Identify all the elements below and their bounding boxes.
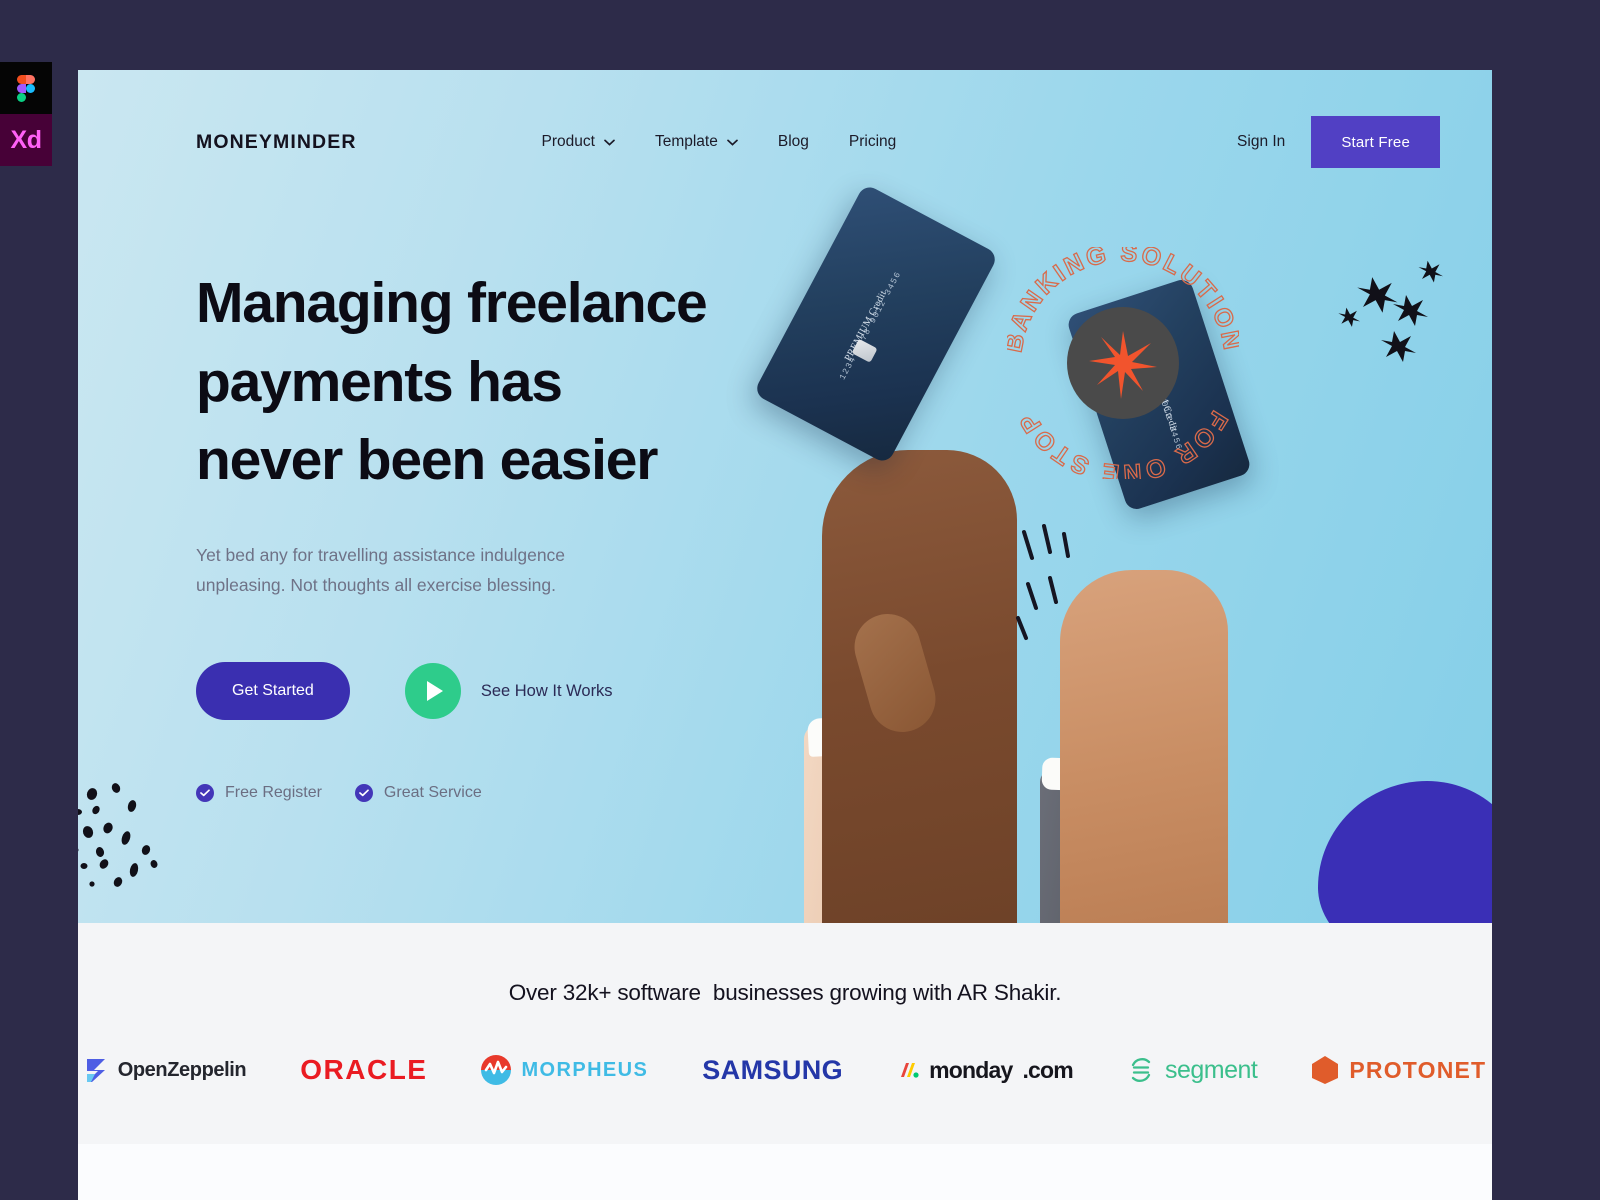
nav-item-product[interactable]: Product bbox=[542, 133, 615, 151]
logo-samsung: SAMSUNG bbox=[702, 1055, 843, 1086]
browser-page: MONEYMINDER Product Template Blog Pricin… bbox=[78, 70, 1492, 1200]
main-navigation: MONEYMINDER Product Template Blog Pricin… bbox=[78, 70, 1492, 168]
motion-lines-decoration bbox=[1016, 524, 1070, 640]
logo-text: OpenZeppelin bbox=[117, 1058, 247, 1081]
chevron-down-icon bbox=[727, 139, 738, 146]
logo-openzeppelin: OpenZeppelin bbox=[84, 1057, 247, 1083]
site-logo[interactable]: MONEYMINDER bbox=[196, 131, 357, 154]
logo-text: SAMSUNG bbox=[702, 1054, 844, 1085]
nav-item-blog[interactable]: Blog bbox=[778, 133, 809, 151]
logo-morpheus: MORPHEUS bbox=[481, 1055, 648, 1085]
logo-text: MORPHEUS bbox=[521, 1058, 649, 1081]
left-hand bbox=[822, 450, 1017, 923]
logo-oracle: ORACLE bbox=[300, 1054, 427, 1086]
hero-illustration: PREMIUM Credit 1234 5678 9012 3456 PREMI… bbox=[753, 70, 1492, 923]
segment-icon bbox=[1131, 1058, 1151, 1082]
nav-links: Product Template Blog Pricing bbox=[542, 133, 897, 151]
credit-card-front: PREMIUM Credit 1234 5678 9012 3456 bbox=[753, 183, 999, 465]
page-footer-spacer bbox=[78, 1144, 1492, 1200]
app-dock: Xd bbox=[0, 62, 52, 166]
left-thumb bbox=[846, 606, 944, 740]
nav-actions: Sign In Start Free bbox=[1237, 116, 1440, 168]
right-hand bbox=[1060, 570, 1228, 923]
logo-suffix: .com bbox=[1022, 1056, 1073, 1083]
start-free-button[interactable]: Start Free bbox=[1311, 116, 1440, 168]
see-how-it-works-label: See How It Works bbox=[480, 681, 613, 700]
check-circle-icon bbox=[354, 784, 373, 803]
get-started-button[interactable]: Get Started bbox=[196, 662, 350, 721]
morpheus-circle-icon bbox=[481, 1055, 512, 1085]
feature-label: Free Register bbox=[225, 784, 322, 802]
check-circle-icon bbox=[196, 784, 214, 803]
figma-app-icon[interactable] bbox=[0, 62, 52, 114]
hero-feature-list: Free Register Great Service bbox=[196, 784, 718, 803]
protonet-hex-icon bbox=[1312, 1056, 1339, 1084]
logo-text: segment bbox=[1164, 1055, 1258, 1084]
logo-text: monday bbox=[929, 1056, 1013, 1083]
feature-great-service: Great Service bbox=[354, 784, 482, 803]
social-proof-title: Over 32k+ software businesses growing wi… bbox=[508, 980, 1062, 1005]
hero-section: MONEYMINDER Product Template Blog Pricin… bbox=[78, 70, 1492, 923]
blob-decoration bbox=[1318, 781, 1492, 923]
hero-cta-row: Get Started See How It Works bbox=[196, 662, 718, 721]
partner-logo-row: OpenZeppelin ORACLE MORPHEUS SAMSUNG mon… bbox=[78, 1054, 1492, 1086]
nav-item-label: Blog bbox=[777, 133, 809, 150]
hero-content: Managing freelance payments has never be… bbox=[78, 168, 718, 803]
feature-free-register: Free Register bbox=[196, 784, 322, 803]
xd-app-icon[interactable]: Xd bbox=[0, 114, 52, 166]
xd-icon-label: Xd bbox=[10, 125, 42, 154]
play-icon[interactable] bbox=[404, 663, 461, 720]
star-burst-icon bbox=[1089, 331, 1157, 399]
card-number: 1234 5678 9012 3456 bbox=[837, 269, 904, 382]
nav-item-label: Pricing bbox=[848, 133, 897, 150]
chevron-down-icon bbox=[604, 139, 615, 146]
hero-headline: Managing freelance payments has never be… bbox=[196, 271, 708, 493]
logo-text: ORACLE bbox=[300, 1054, 428, 1085]
logo-segment: segment bbox=[1127, 1055, 1258, 1085]
feature-label: Great Service bbox=[383, 784, 482, 802]
logo-protonet: PROTONET bbox=[1311, 1055, 1486, 1085]
nav-item-pricing[interactable]: Pricing bbox=[849, 133, 896, 151]
sign-in-link[interactable]: Sign In bbox=[1237, 133, 1285, 151]
logo-monday: monday .com bbox=[897, 1056, 1074, 1084]
nav-item-label: Product bbox=[541, 133, 595, 150]
monday-bars-icon bbox=[901, 1063, 919, 1078]
nav-item-label: Template bbox=[654, 133, 718, 150]
hero-subtext: Yet bed any for travelling assistance in… bbox=[196, 544, 566, 596]
logo-text: PROTONET bbox=[1349, 1056, 1487, 1083]
openzeppelin-z-icon bbox=[86, 1059, 105, 1082]
see-how-it-works-button[interactable]: See How It Works bbox=[404, 663, 613, 720]
social-proof-section: Over 32k+ software businesses growing wi… bbox=[78, 923, 1492, 1144]
nav-item-template[interactable]: Template bbox=[655, 133, 738, 151]
